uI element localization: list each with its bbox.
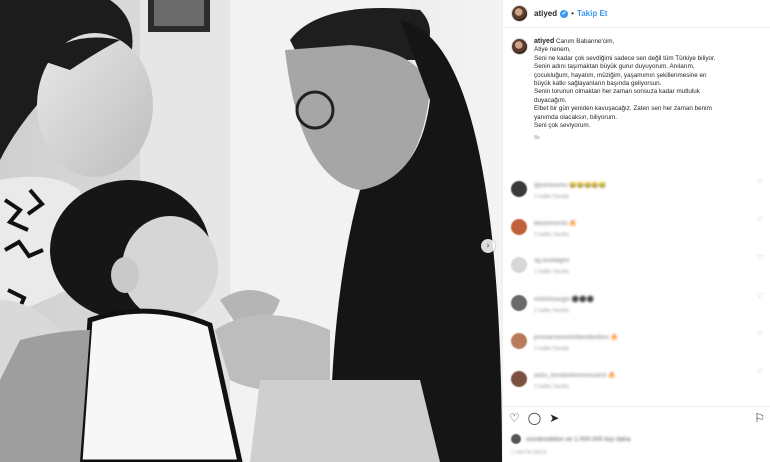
follow-button[interactable]: Takip Et: [577, 9, 608, 18]
caption-line-8: Elbet bir gün yeniden kavuşacağız. Zaten…: [534, 105, 712, 113]
list-item: mlshrlnsurgtn ⚫⚫⚫ 1 hafta Yanıtla ♡: [503, 292, 770, 330]
caption-body: atiyed Canım Babanne'cim, Atiye nenem, S…: [534, 38, 762, 143]
liker-avatar: [511, 434, 521, 444]
comment-meta[interactable]: 1 hafta Yanıtla: [534, 384, 616, 390]
post-actions-bar: ♡ ◯ ➤ ⚐: [503, 406, 770, 428]
comment-icon[interactable]: ◯: [528, 412, 541, 424]
comment-meta[interactable]: 1 hafta Yanıtla: [534, 232, 577, 238]
comment-avatar[interactable]: [511, 181, 527, 197]
caption-time: 8s: [534, 135, 540, 142]
list-item: sg.osshatgns 1 hafta Yanıtla ♡: [503, 254, 770, 292]
post-caption: atiyed Canım Babanne'cim, Atiye nenem, S…: [503, 28, 770, 143]
caption-line-6: Senin torunun olmaktan her zaman sonsuza…: [534, 88, 700, 96]
caption-line-3: Senin adını taşımaktan büyük gurur duyuy…: [534, 63, 695, 71]
caption-line-10: Seni çok seviyorum.: [534, 122, 591, 130]
verified-badge-icon: ✔: [560, 9, 569, 18]
comment-like-icon[interactable]: ♡: [757, 292, 763, 300]
comment-text: leesmmsrsts 🔥: [534, 221, 577, 227]
photo-image: [0, 0, 502, 462]
share-icon[interactable]: ➤: [549, 412, 559, 424]
comment-like-icon[interactable]: ♡: [757, 368, 763, 376]
bookmark-icon[interactable]: ⚐: [754, 412, 765, 424]
caption-line-0: Canım Babanne'cim,: [555, 38, 615, 45]
avatar[interactable]: [511, 5, 528, 22]
list-item: prosserststsnts/ldsnldsntlsrs 🔥 1 hafta …: [503, 330, 770, 368]
comment-text: aslzs_bsnsbolsmsnsssstrst 🔥: [534, 373, 616, 379]
comment-like-icon[interactable]: ♡: [757, 178, 763, 186]
comment-avatar[interactable]: [511, 295, 527, 311]
comment-meta[interactable]: 1 hafta Yanıtla: [534, 194, 606, 200]
caption-username[interactable]: atiyed: [534, 38, 554, 45]
comment-text: djoshstosms 😂😂😂😂😂: [534, 183, 607, 189]
comment-like-icon[interactable]: ♡: [757, 330, 763, 338]
like-icon[interactable]: ♡: [509, 412, 520, 424]
comment-avatar[interactable]: [511, 371, 527, 387]
caption-line-7: duyacağım.: [534, 96, 567, 104]
caption-avatar[interactable]: [511, 38, 528, 55]
likes-text[interactable]: ssnsbssbdsn ve 1.000.000 kişi daha: [526, 436, 630, 443]
post-timestamp: 1 HAFTA ÖNCE: [511, 450, 547, 456]
post-side-panel: atiyed ✔ • Takip Et atiyed Canım Babanne…: [502, 0, 770, 462]
caption-line-5: büyük katkı sağlayanların başında geliyo…: [534, 80, 662, 88]
comment-like-icon[interactable]: ♡: [757, 254, 763, 262]
comment-text: mlshrlnsurgtn ⚫⚫⚫: [534, 297, 595, 303]
likes-summary[interactable]: ssnsbssbdsn ve 1.000.000 kişi daha: [511, 434, 630, 444]
separator-dot: •: [571, 9, 574, 18]
comment-avatar[interactable]: [511, 257, 527, 273]
caption-line-9: yanımda olacaksın, biliyorum.: [534, 113, 617, 121]
list-item: leesmmsrsts 🔥 1 hafta Yanıtla ♡: [503, 216, 770, 254]
comment-text: sg.osshatgns: [534, 258, 570, 264]
comment-like-icon[interactable]: ♡: [757, 216, 763, 224]
comment-avatar[interactable]: [511, 333, 527, 349]
comment-meta[interactable]: 1 hafta Yanıtla: [534, 269, 569, 275]
caption-line-2: Seni ne kadar çok sevdiğimi sadece sen d…: [534, 54, 716, 62]
post-header: atiyed ✔ • Takip Et: [503, 0, 770, 28]
caption-line-4: çocukluğum, hayatım, müziğim, yaşamımın …: [534, 71, 707, 79]
comment-list: djoshstosms 😂😂😂😂😂 1 hafta Yanıtla ♡ lees…: [503, 178, 770, 406]
comment-text: prosserststsnts/ldsnldsntlsrs 🔥: [534, 335, 619, 341]
comment-avatar[interactable]: [511, 219, 527, 235]
comment-meta[interactable]: 1 hafta Yanıtla: [534, 308, 594, 314]
comment-meta[interactable]: 1 hafta Yanıtla: [534, 346, 618, 352]
header-username[interactable]: atiyed: [534, 9, 557, 18]
list-item: djoshstosms 😂😂😂😂😂 1 hafta Yanıtla ♡: [503, 178, 770, 216]
next-photo-button[interactable]: ›: [481, 239, 495, 253]
caption-line-1: Atiye nenem,: [534, 46, 571, 54]
list-item: aslzs_bsnsbolsmsnsssstrst 🔥 1 hafta Yanı…: [503, 368, 770, 406]
post-photo[interactable]: ›: [0, 0, 502, 462]
